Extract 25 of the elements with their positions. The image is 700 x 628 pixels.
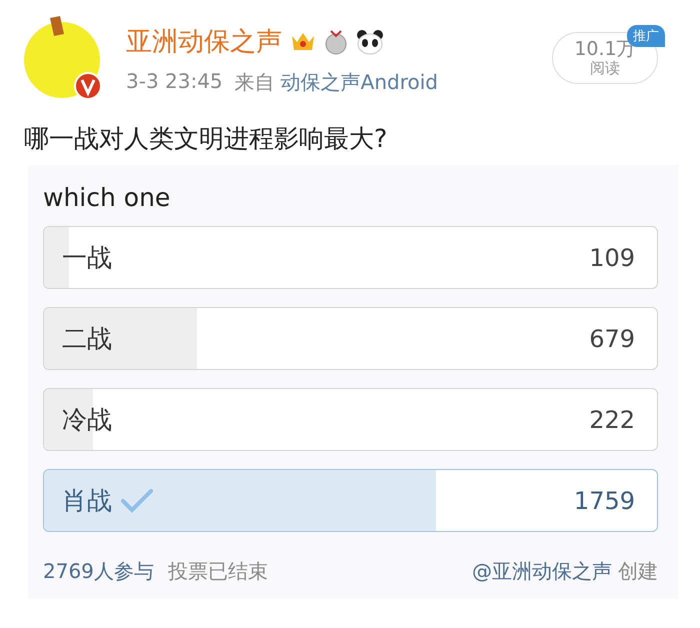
option-label: 二战 xyxy=(62,323,112,355)
source-prefix: 来自 xyxy=(234,69,275,96)
created-label: 创建 xyxy=(618,558,658,585)
poll-option[interactable]: 一战 109 xyxy=(43,226,658,289)
vote-count: 679 xyxy=(589,324,635,352)
option-label: 一战 xyxy=(62,242,112,274)
vote-count: 222 xyxy=(589,406,635,434)
poll-status: 投票已结束 xyxy=(168,558,268,585)
poll-option[interactable]: 二战 679 xyxy=(43,307,658,370)
poll-title: which one xyxy=(43,183,172,212)
post-time: 3-3 23:45 xyxy=(126,69,223,95)
option-label: 肖战 xyxy=(62,485,112,517)
views-label: 阅读 xyxy=(590,60,620,77)
vote-count: 109 xyxy=(589,244,635,272)
check-icon xyxy=(120,488,154,514)
option-label: 冷战 xyxy=(62,404,112,436)
creator-link[interactable]: @亚洲动保之声 xyxy=(472,558,612,585)
medal-icon xyxy=(324,28,348,54)
poll-option[interactable]: 冷战 222 xyxy=(43,388,658,451)
panda-icon xyxy=(356,28,384,54)
poll-option[interactable]: 肖战 1759 xyxy=(43,469,658,532)
participant-count: 2769人参与 xyxy=(43,558,154,585)
source-link[interactable]: 动保之声Android xyxy=(280,69,438,96)
post-text: 哪一战对人类文明进程影响最大? xyxy=(24,123,388,155)
vote-count: 1759 xyxy=(574,486,635,514)
